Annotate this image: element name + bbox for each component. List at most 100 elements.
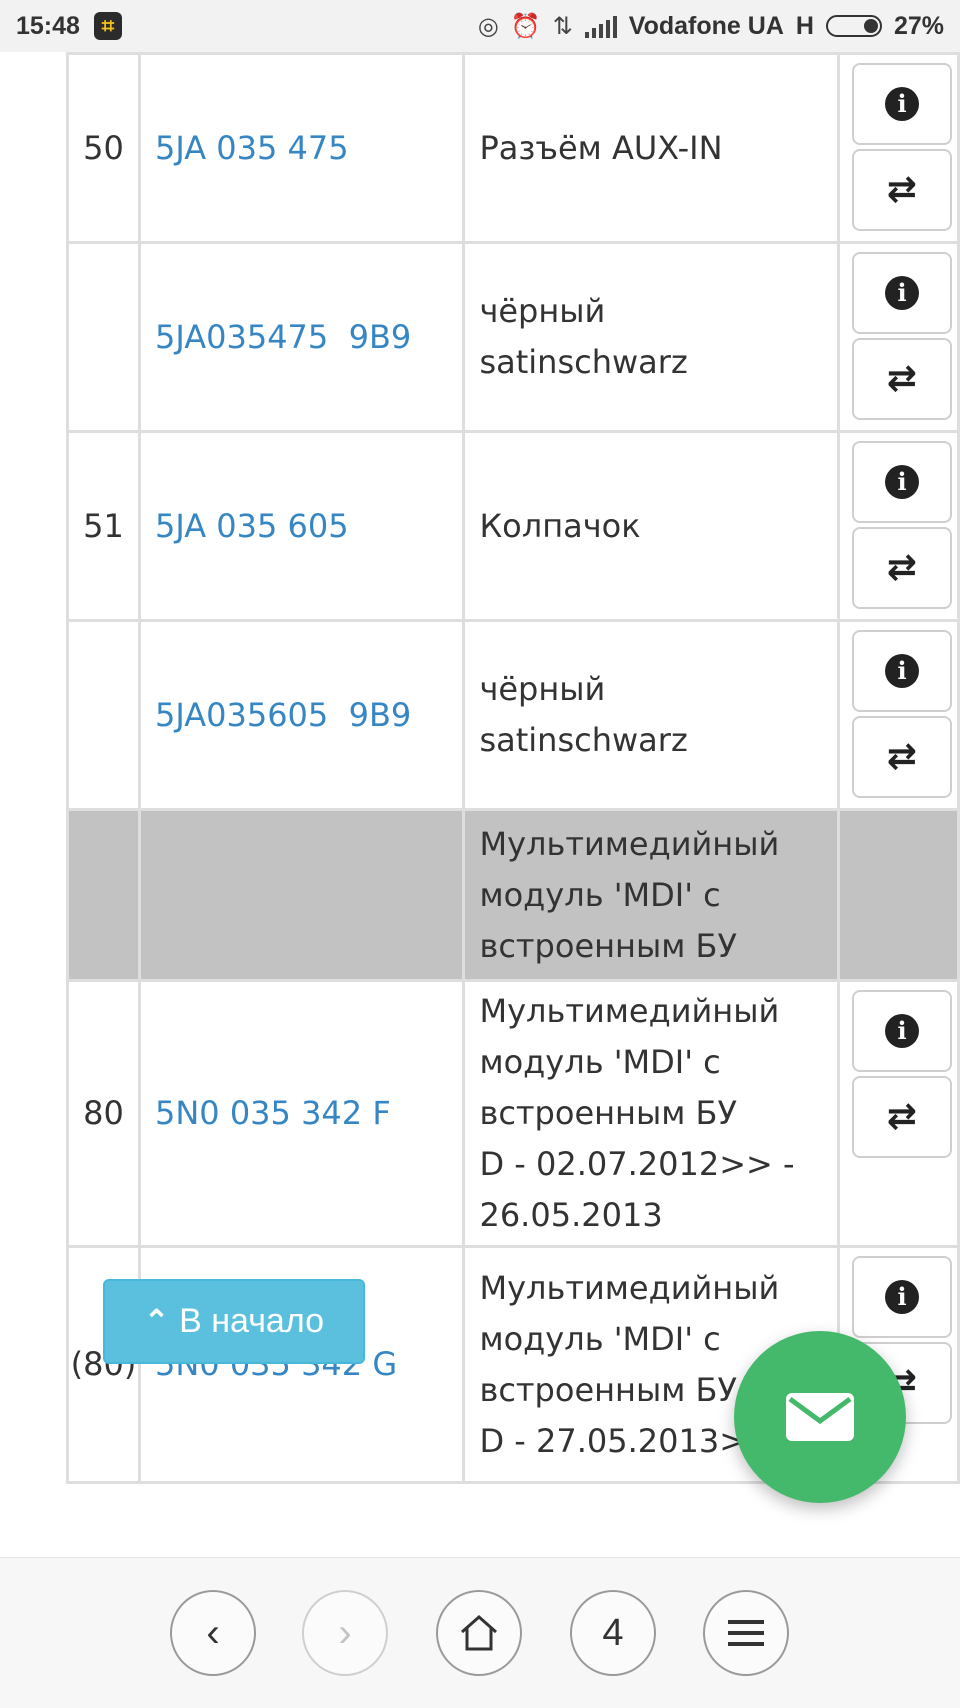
actions-cell: i ⇄ — [837, 619, 960, 811]
battery-percent: 27% — [893, 11, 944, 40]
tabs-button[interactable]: 4 — [570, 1590, 656, 1676]
description-cell: Колпачок — [462, 430, 840, 622]
info-icon: i — [885, 276, 919, 310]
chevron-up-icon: ⌃ — [144, 1305, 170, 1338]
description-line: satinschwarz — [479, 343, 688, 381]
tab-count: 4 — [602, 1611, 624, 1654]
description-line: модуль 'MDI' с — [479, 1043, 721, 1081]
part-number-cell: 5JA 035 475 — [137, 52, 466, 244]
part-number-cell — [137, 808, 466, 982]
replacements-button[interactable]: ⇄ — [852, 527, 952, 609]
row-number — [66, 808, 141, 982]
part-number-link[interactable]: 5JA035605 9B9 — [155, 696, 411, 734]
back-to-top-button[interactable]: ⌃ В начало — [103, 1279, 365, 1364]
part-number-cell: 5N0 035 342 F — [137, 979, 466, 1248]
info-button[interactable]: i — [852, 63, 952, 145]
swap-arrows-icon: ⇄ — [886, 358, 918, 399]
group-header-row: Мультимедийный модуль 'MDI' с встроенным Б… — [66, 808, 960, 982]
description-line: Мультимедийный — [479, 992, 780, 1030]
info-button[interactable]: i — [852, 441, 952, 523]
description-cell: Разъём AUX-IN — [462, 52, 840, 244]
actions-cell: i ⇄ — [837, 430, 960, 622]
part-number-cell: 5JA035605 9B9 — [137, 619, 466, 811]
swap-arrows-icon: ⇄ — [886, 547, 918, 588]
description-cell: чёрный satinschwarz — [462, 619, 840, 811]
chevron-right-icon: › — [338, 1611, 352, 1655]
info-icon: i — [885, 1014, 919, 1048]
battery-icon — [825, 15, 882, 37]
swap-arrows-icon: ⇄ — [886, 736, 918, 777]
swap-arrows-icon: ⇄ — [886, 1096, 918, 1137]
info-icon: i — [885, 87, 919, 121]
swap-arrows-icon: ⇄ — [886, 169, 918, 210]
network-type: H — [795, 11, 814, 40]
part-number-cell: 5JA 035 605 — [137, 430, 466, 622]
info-button[interactable]: i — [852, 252, 952, 334]
replacements-button[interactable]: ⇄ — [852, 149, 952, 231]
description-cell: Мультимедийный модуль 'MDI' с встроенным Б… — [462, 808, 840, 982]
description-cell: Мультимедийный модуль 'MDI' с встроенным Б… — [462, 979, 840, 1248]
replacements-button[interactable]: ⇄ — [852, 716, 952, 798]
table-row: 50 5JA 035 475 Разъём AUX-IN i ⇄ — [66, 52, 960, 244]
info-button[interactable]: i — [852, 990, 952, 1072]
part-number-link[interactable]: 5N0 035 342 F — [155, 1094, 391, 1132]
alarm-icon: ⏰ — [510, 12, 541, 40]
table-row: 5JA035605 9B9 чёрный satinschwarz i ⇄ — [66, 619, 960, 811]
replacements-button[interactable]: ⇄ — [852, 338, 952, 420]
actions-cell — [837, 808, 960, 982]
browser-bottom-nav: ‹ › 4 — [0, 1557, 960, 1708]
description-line: чёрный — [479, 292, 606, 330]
menu-button[interactable] — [703, 1590, 789, 1676]
table-row: 51 5JA 035 605 Колпачок i ⇄ — [66, 430, 960, 622]
data-arrows-icon: ⇅ — [552, 12, 573, 40]
actions-cell: i ⇄ — [837, 979, 960, 1248]
row-number — [66, 619, 141, 811]
back-button[interactable]: ‹ — [170, 1590, 256, 1676]
table-row: 5JA035475 9B9 чёрный satinschwarz i ⇄ — [66, 241, 960, 433]
description-line: чёрный — [479, 670, 606, 708]
part-number-cell: 5JA035475 9B9 — [137, 241, 466, 433]
description-line: Мультимедийный — [479, 824, 780, 863]
replacements-button[interactable]: ⇄ — [852, 1076, 952, 1158]
carrier-name: Vodafone UA — [628, 11, 784, 40]
mail-icon — [786, 1393, 854, 1441]
menu-icon — [728, 1620, 764, 1646]
status-bar: 15:48 ⌗ ◎ ⏰ ⇅ Vodafone UA H 27% — [0, 0, 960, 52]
actions-cell: i ⇄ — [837, 241, 960, 433]
row-number: 51 — [66, 430, 141, 622]
parts-table: 50 5JA 035 475 Разъём AUX-IN i ⇄ 5JA035475 9B… — [66, 52, 960, 1484]
row-number — [66, 241, 141, 433]
description-line: модуль 'MDI' с — [479, 875, 721, 914]
info-button[interactable]: i — [852, 630, 952, 712]
message-fab-button[interactable] — [734, 1331, 906, 1503]
part-number-link[interactable]: 5JA 035 475 — [155, 129, 349, 167]
description-line: 26.05.2013 — [479, 1196, 663, 1234]
description-line: Мультимедийный — [479, 1268, 780, 1307]
row-number: 80 — [66, 979, 141, 1248]
signal-icon — [584, 14, 617, 38]
row-number: 50 — [66, 52, 141, 244]
home-icon — [461, 1614, 497, 1651]
part-number-link[interactable]: 5JA 035 605 — [155, 507, 349, 545]
hotspot-icon: ◎ — [477, 12, 499, 40]
status-time: 15:48 — [16, 11, 80, 40]
app-icon: ⌗ — [93, 12, 122, 40]
description-cell: чёрный satinschwarz — [462, 241, 840, 433]
home-button[interactable] — [436, 1590, 522, 1676]
table-row: 80 5N0 035 342 F Мультимедийный модуль 'MDI… — [66, 979, 960, 1248]
status-right: ◎ ⏰ ⇅ Vodafone UA H 27% — [478, 12, 944, 41]
actions-cell: i ⇄ — [837, 52, 960, 244]
part-number-link[interactable]: 5JA035475 9B9 — [155, 318, 411, 356]
info-icon: i — [885, 654, 919, 688]
back-to-top-label: В начало — [179, 1302, 324, 1340]
description-line: Колпачок — [479, 506, 641, 545]
chevron-left-icon: ‹ — [206, 1611, 220, 1655]
info-button[interactable]: i — [852, 1256, 952, 1338]
forward-button[interactable]: › — [302, 1590, 388, 1676]
description-line: встроенным БУ — [479, 1094, 737, 1132]
description-line: satinschwarz — [479, 721, 688, 759]
info-icon: i — [885, 465, 919, 499]
description-line: Разъём AUX-IN — [479, 128, 723, 167]
description-line: D - 02.07.2012>> - — [479, 1145, 795, 1183]
info-icon: i — [885, 1280, 919, 1314]
